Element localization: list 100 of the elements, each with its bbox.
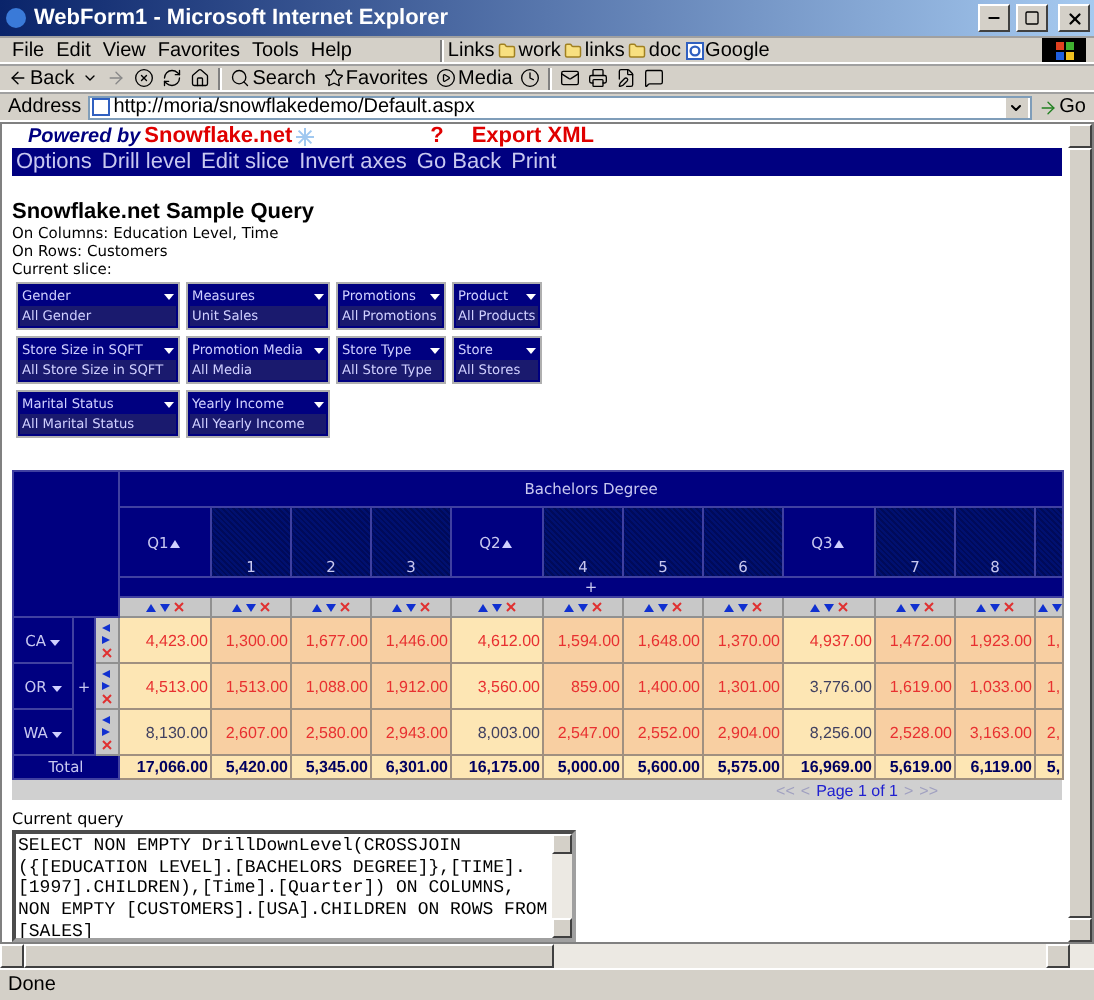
folder-icon	[628, 41, 647, 59]
link-item[interactable]: links	[564, 39, 625, 61]
caret-icon[interactable]	[526, 293, 536, 299]
collapse-icon[interactable]	[502, 539, 513, 547]
go-button[interactable]: Go	[1037, 96, 1086, 118]
nav-link[interactable]: Print	[511, 150, 557, 174]
nav-link[interactable]: Invert axes	[299, 150, 407, 174]
status-bar: Done	[0, 968, 1094, 1000]
menu-item[interactable]: Favorites	[153, 39, 244, 61]
folder-icon	[498, 41, 517, 59]
remove-icon[interactable]	[102, 693, 112, 703]
value-cell: 1,912.00	[371, 663, 451, 709]
value-cell: 4,513.00	[119, 663, 211, 709]
menu-item[interactable]: View	[98, 39, 150, 61]
caret-icon[interactable]	[82, 70, 99, 86]
caret-icon[interactable]	[50, 639, 61, 645]
address-label: Address	[8, 96, 82, 118]
go-arrow-icon	[1037, 97, 1058, 117]
value-cell: 8,003.00	[451, 709, 543, 755]
maximize-button[interactable]	[1016, 4, 1048, 32]
remove-icon[interactable]	[752, 602, 762, 612]
collapse-icon[interactable]	[834, 539, 845, 547]
media-button[interactable]: Media	[436, 67, 513, 89]
vertical-scrollbar[interactable]	[1068, 124, 1092, 942]
help-link[interactable]: ?	[430, 124, 444, 148]
remove-icon[interactable]	[1004, 602, 1014, 612]
value-cell: 1,088.00	[291, 663, 371, 709]
window-title: WebForm1 - Microsoft Internet Explorer	[34, 6, 450, 30]
caret-icon[interactable]	[526, 347, 536, 353]
value-cell: 2,607.00	[211, 709, 291, 755]
value-cell: 1,033.00	[955, 663, 1035, 709]
play-icon	[436, 68, 457, 88]
value-cell: 4,937.00	[783, 617, 875, 663]
value-cell: 8,130.00	[119, 709, 211, 755]
back-button[interactable]: Back	[8, 67, 75, 89]
link-item[interactable]: Google	[685, 39, 770, 61]
search-button[interactable]: Search	[230, 67, 316, 89]
history-button[interactable]	[520, 68, 541, 88]
value-cell: 3,163.00	[955, 709, 1035, 755]
remove-icon[interactable]	[102, 739, 112, 749]
caret-icon[interactable]	[430, 347, 440, 353]
value-cell: 1,619.00	[875, 663, 955, 709]
dropdown-button[interactable]	[1005, 97, 1028, 117]
caret-icon[interactable]	[314, 401, 324, 407]
remove-icon[interactable]	[340, 602, 350, 612]
nav-link[interactable]: Edit slice	[201, 150, 290, 174]
total-cell: 17,066.00	[119, 755, 211, 779]
export-xml-link[interactable]: Export XML	[471, 124, 594, 148]
close-button[interactable]	[1058, 4, 1090, 32]
home-button[interactable]	[190, 68, 211, 88]
caret-icon[interactable]	[314, 347, 324, 353]
site-icon	[685, 41, 704, 59]
remove-icon[interactable]	[592, 602, 602, 612]
horizontal-scrollbar[interactable]	[0, 944, 1094, 968]
value-cell: 1,923.00	[955, 617, 1035, 663]
address-field[interactable]: http://moria/snowflakedemo/Default.aspx	[87, 95, 1032, 119]
value-cell: 3,560.00	[451, 663, 543, 709]
remove-icon[interactable]	[672, 602, 682, 612]
edit-button[interactable]	[616, 68, 637, 88]
stop-button[interactable]	[134, 68, 155, 88]
link-item[interactable]: doc	[628, 39, 682, 61]
value-cell: 4,612.00	[451, 617, 543, 663]
value-cell: 1,594.00	[543, 617, 623, 663]
link-item[interactable]: work	[498, 39, 561, 61]
value-cell: 1,677.00	[291, 617, 371, 663]
mail-button[interactable]	[560, 68, 581, 88]
remove-icon[interactable]	[506, 602, 516, 612]
remove-icon[interactable]	[102, 647, 112, 657]
favorites-button[interactable]: Favorites	[323, 67, 429, 89]
remove-icon[interactable]	[924, 602, 934, 612]
caret-icon[interactable]	[164, 347, 174, 353]
nav-link[interactable]: Options	[16, 150, 92, 174]
remove-icon[interactable]	[260, 602, 270, 612]
maximize-icon	[1024, 10, 1040, 26]
menu-item[interactable]: File	[8, 39, 49, 61]
caret-icon[interactable]	[314, 293, 324, 299]
collapse-icon[interactable]	[170, 539, 181, 547]
remove-icon[interactable]	[838, 602, 848, 612]
close-icon	[1065, 9, 1083, 27]
caret-icon[interactable]	[51, 685, 62, 691]
discuss-button[interactable]	[644, 68, 665, 88]
caret-icon[interactable]	[52, 731, 63, 737]
value-cell: 1,370.00	[703, 617, 783, 663]
menu-item[interactable]: Tools	[247, 39, 303, 61]
value-cell: 1,300.00	[211, 617, 291, 663]
caret-icon[interactable]	[164, 401, 174, 407]
print-button[interactable]	[588, 68, 609, 88]
caret-icon[interactable]	[164, 293, 174, 299]
menu-item[interactable]: Edit	[52, 39, 95, 61]
page-icon	[91, 98, 110, 116]
minimize-button[interactable]	[978, 4, 1010, 32]
nav-link[interactable]: Go Back	[416, 150, 502, 174]
remove-icon[interactable]	[420, 602, 430, 612]
menu-item[interactable]: Help	[306, 39, 356, 61]
nav-link[interactable]: Drill level	[101, 150, 192, 174]
value-cell: 859.00	[543, 663, 623, 709]
brand-logo: Snowflake.net	[144, 124, 293, 148]
refresh-button[interactable]	[162, 68, 183, 88]
caret-icon[interactable]	[430, 293, 440, 299]
remove-icon[interactable]	[174, 602, 184, 612]
